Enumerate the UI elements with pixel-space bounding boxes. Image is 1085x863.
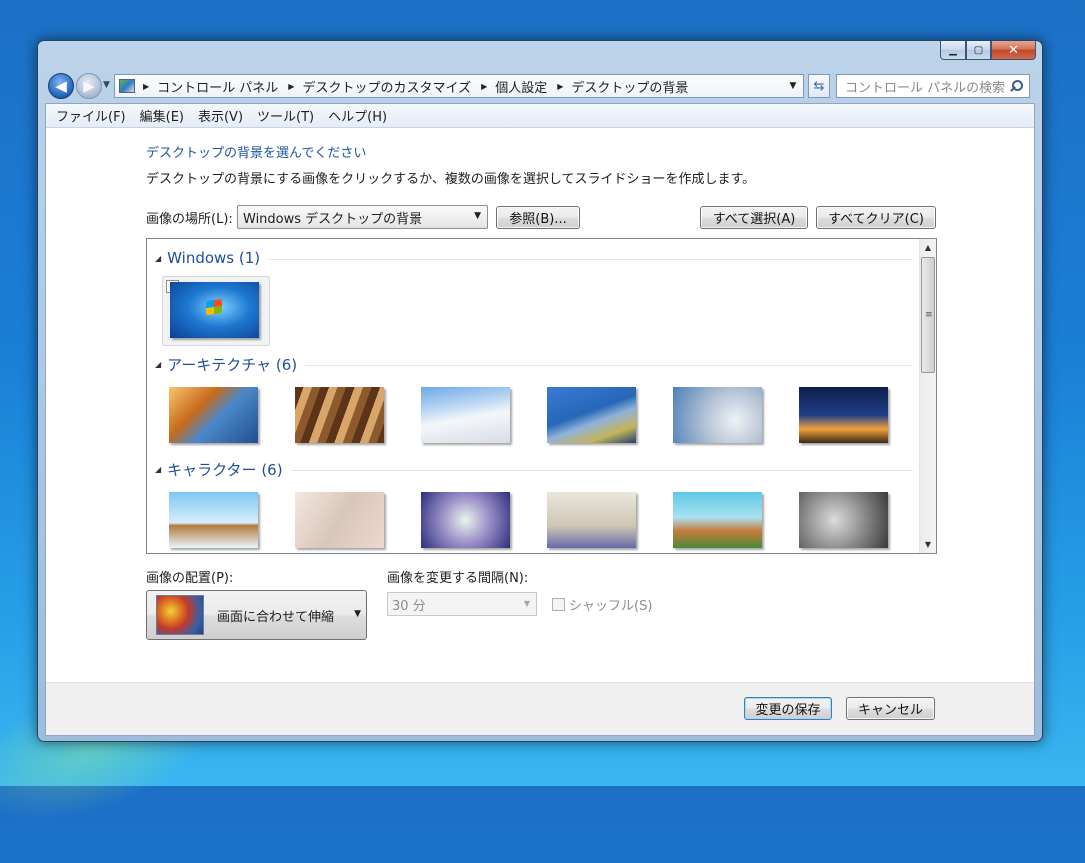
menu-file[interactable]: ファイル(F) [50,106,134,125]
chevron-down-icon: ▼ [354,609,361,619]
clear-all-button[interactable]: すべてクリア(C) [816,206,936,229]
vertical-scrollbar[interactable]: ▲ ≡ ▼ [919,239,936,553]
position-label: 画像の配置(P): [146,571,234,586]
wallpaper-thumbnail[interactable] [673,492,762,548]
dialog-footer: 変更の保存 キャンセル [46,682,1034,735]
breadcrumb-personalization-category[interactable]: デスクトップのカスタマイズ [302,77,471,96]
breadcrumb-separator-icon[interactable]: ▶ [557,82,563,91]
location-select[interactable]: Windows デスクトップの背景 ▼ [237,205,488,229]
scroll-down-icon[interactable]: ▼ [920,536,936,553]
group-divider [290,470,913,471]
breadcrumb-control-panel[interactable]: コントロール パネル [157,77,278,96]
minimize-button[interactable]: ▁ [940,41,966,60]
search-input[interactable]: コントロール パネルの検索 [836,74,1030,98]
collapse-triangle-icon[interactable]: ◢ [155,465,161,474]
interval-select[interactable]: 30 分 ▼ [387,592,537,616]
position-dropdown-button[interactable]: 画面に合わせて伸縮 ▼ [146,590,367,640]
wallpaper-thumbnail[interactable] [799,492,888,548]
wallpaper-item-selected[interactable]: ✓ [162,276,270,346]
menu-tools[interactable]: ツール(T) [251,106,322,125]
shuffle-label: シャッフル(S) [569,599,653,614]
address-dropdown-icon[interactable]: ▼ [783,81,803,91]
menu-bar: ファイル(F) 編集(E) 表示(V) ツール(T) ヘルプ(H) [46,104,1034,128]
refresh-icon: ⇆ [813,78,825,94]
recent-pages-dropdown[interactable]: ▼ [103,80,110,90]
wallpaper-thumbnail[interactable] [295,492,384,548]
select-all-button[interactable]: すべて選択(A) [700,206,808,229]
breadcrumb-separator-icon[interactable]: ▶ [481,82,487,91]
address-bar[interactable]: ▶ コントロール パネル ▶ デスクトップのカスタマイズ ▶ 個人設定 ▶ デス… [114,74,804,98]
group-title: キャラクター (6) [167,461,283,479]
client-area: ファイル(F) 編集(E) 表示(V) ツール(T) ヘルプ(H) デスクトップ… [45,103,1035,736]
collapse-triangle-icon[interactable]: ◢ [155,360,161,369]
group-header-characters[interactable]: ◢ キャラクター (6) [155,459,913,480]
wallpaper-gallery: ◢ Windows (1) ✓ ◢ アーキテクチャ (6) ◢ キャラクター [146,238,937,554]
cancel-button[interactable]: キャンセル [846,697,935,720]
breadcrumb-separator-icon[interactable]: ▶ [288,82,294,91]
scroll-up-icon[interactable]: ▲ [920,239,936,256]
navigation-bar: ◀ ▶ ▼ ▶ コントロール パネル ▶ デスクトップのカスタマイズ ▶ 個人設… [46,71,1036,101]
search-placeholder: コントロール パネルの検索 [845,80,1006,96]
forward-button[interactable]: ▶ [76,73,102,99]
location-value: Windows デスクトップの背景 [243,211,423,227]
save-changes-button[interactable]: 変更の保存 [744,697,832,720]
position-preview-image [156,595,204,635]
wallpaper-thumbnail[interactable] [421,387,510,443]
back-button[interactable]: ◀ [48,73,74,99]
forward-arrow-icon: ▶ [83,77,95,95]
group-title: Windows (1) [167,249,261,267]
group-divider [268,258,913,260]
chevron-down-icon: ▼ [474,211,481,221]
wallpaper-thumbnail[interactable] [547,492,636,548]
shuffle-checkbox[interactable]: シャッフル(S) [552,595,652,614]
scrollbar-thumb[interactable]: ≡ [921,257,935,373]
maximize-button[interactable]: ▢ [966,41,991,60]
control-panel-window: ▁ ▢ ✕ ◀ ▶ ▼ ▶ コントロール パネル ▶ デスクトップのカスタマイズ… [37,40,1043,742]
page-title: デスクトップの背景を選んでください [146,146,367,161]
close-button[interactable]: ✕ [991,41,1036,60]
wallpaper-thumbnail[interactable] [547,387,636,443]
wallpaper-thumbnail[interactable] [295,387,384,443]
back-arrow-icon: ◀ [55,77,67,95]
menu-view[interactable]: 表示(V) [192,106,251,125]
wallpaper-thumbnail[interactable] [799,387,888,443]
page-description: デスクトップの背景にする画像をクリックするか、複数の画像を選択してスライドショー… [146,172,756,187]
menu-help[interactable]: ヘルプ(H) [322,106,395,125]
wallpaper-thumbnail[interactable] [421,492,510,548]
breadcrumb-desktop-background[interactable]: デスクトップの背景 [571,77,688,96]
breadcrumb-separator-icon[interactable]: ▶ [143,82,149,91]
group-header-windows[interactable]: ◢ Windows (1) [155,249,913,267]
wallpaper-thumbnail[interactable] [673,387,762,443]
control-panel-icon [119,79,135,93]
menu-edit[interactable]: 編集(E) [134,106,192,125]
interval-label: 画像を変更する間隔(N): [387,571,529,586]
refresh-button[interactable]: ⇆ [808,74,830,98]
browse-button[interactable]: 参照(B)... [496,206,580,229]
group-header-architecture[interactable]: ◢ アーキテクチャ (6) [155,354,913,375]
wallpaper-thumbnail [170,282,259,338]
location-label: 画像の場所(L): [146,212,233,227]
group-title: アーキテクチャ (6) [167,356,298,374]
wallpaper-thumbnail[interactable] [169,492,258,548]
checkbox-unchecked[interactable] [552,598,565,611]
group-divider [305,365,913,366]
breadcrumb-personalize[interactable]: 個人設定 [495,77,547,96]
wallpaper-thumbnail[interactable] [169,387,258,443]
collapse-triangle-icon[interactable]: ◢ [155,254,161,263]
grip-icon: ≡ [925,310,933,320]
position-value: 画面に合わせて伸縮 [217,609,335,625]
caption-buttons: ▁ ▢ ✕ [940,41,1036,61]
chevron-down-icon: ▼ [523,599,530,608]
search-icon[interactable] [1009,79,1023,93]
interval-value: 30 分 [392,598,426,614]
